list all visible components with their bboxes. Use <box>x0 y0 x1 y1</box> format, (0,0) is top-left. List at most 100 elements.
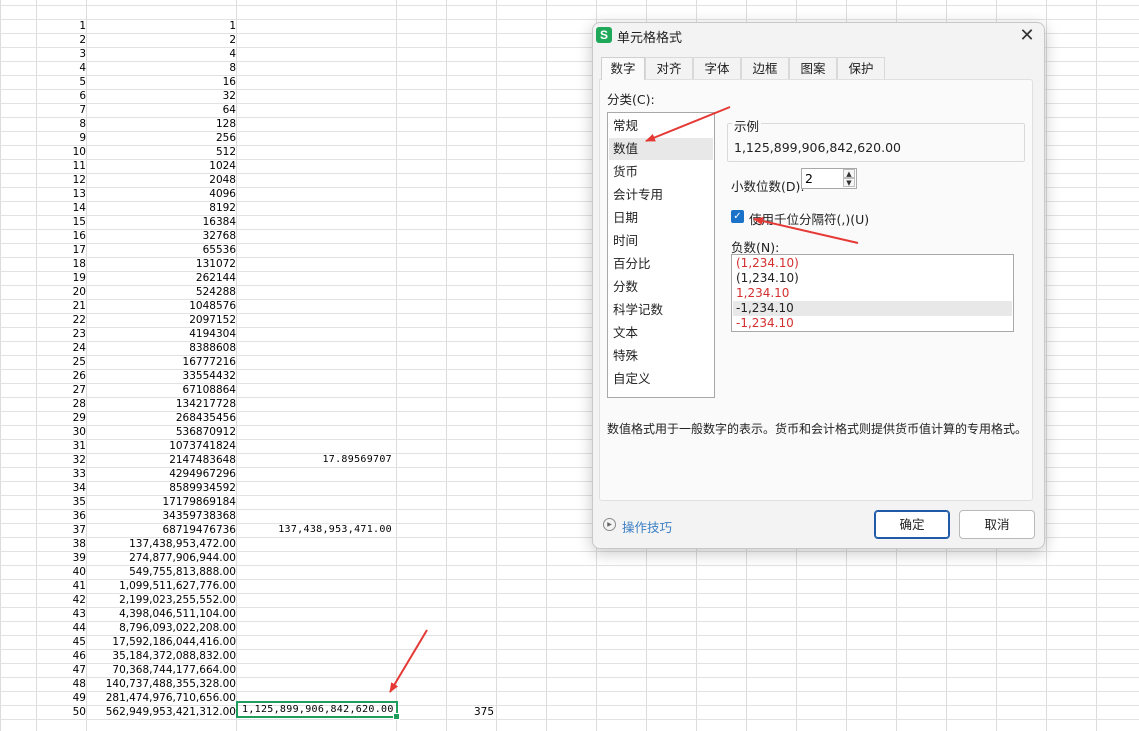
cell-value[interactable]: 16384 <box>203 215 236 229</box>
cell-value[interactable]: 34359738368 <box>163 509 237 523</box>
cell-index[interactable]: 40 <box>73 565 86 579</box>
cell-index[interactable]: 30 <box>73 425 86 439</box>
tab-border[interactable]: 边框 <box>741 57 789 80</box>
cell-index[interactable]: 16 <box>73 229 86 243</box>
category-item-time[interactable]: 时间 <box>609 230 713 252</box>
tab-pattern[interactable]: 图案 <box>789 57 837 80</box>
negative-option[interactable]: -1,234.10 <box>733 316 1012 331</box>
cell-index[interactable]: 5 <box>79 75 86 89</box>
cell-value[interactable]: 32768 <box>203 229 236 243</box>
cell-value[interactable]: 65536 <box>203 243 236 257</box>
category-item-date[interactable]: 日期 <box>609 207 713 229</box>
selected-cell[interactable]: 1,125,899,906,842,620.00 <box>236 701 400 720</box>
cell-value[interactable]: 131072 <box>196 257 236 271</box>
cell-value[interactable]: 4294967296 <box>169 467 236 481</box>
cell-value[interactable]: 64 <box>223 103 236 117</box>
cell-index[interactable]: 17 <box>73 243 86 257</box>
cell-value[interactable]: 16777216 <box>183 355 236 369</box>
negative-numbers-list[interactable]: (1,234.10) (1,234.10) 1,234.10 -1,234.10… <box>731 254 1014 332</box>
cell-index[interactable]: 11 <box>73 159 86 173</box>
category-item-scientific[interactable]: 科学记数 <box>609 299 713 321</box>
category-item-general[interactable]: 常规 <box>609 115 713 137</box>
cell-value[interactable]: 1048576 <box>189 299 236 313</box>
tab-font[interactable]: 字体 <box>693 57 741 80</box>
cell-value[interactable]: 536870912 <box>176 425 236 439</box>
category-item-special[interactable]: 特殊 <box>609 345 713 367</box>
close-icon[interactable]: ✕ <box>1016 25 1038 47</box>
spin-down-icon[interactable]: ▼ <box>843 178 855 187</box>
cancel-button[interactable]: 取消 <box>959 510 1035 539</box>
cell-index[interactable]: 47 <box>73 663 86 677</box>
cell-value[interactable]: 1024 <box>209 159 236 173</box>
cell-value[interactable]: 8 <box>229 61 236 75</box>
cell-index[interactable]: 18 <box>73 257 86 271</box>
cell-value[interactable]: 274,877,906,944.00 <box>129 551 236 565</box>
cell-index[interactable]: 39 <box>73 551 86 565</box>
cell-value[interactable]: 1073741824 <box>169 439 236 453</box>
cell-value[interactable]: 33554432 <box>183 369 236 383</box>
cell-index[interactable]: 8 <box>79 117 86 131</box>
tab-protection[interactable]: 保护 <box>837 57 885 80</box>
cell-value[interactable]: 16 <box>223 75 236 89</box>
tab-number[interactable]: 数字 <box>601 57 645 80</box>
cell-value[interactable]: 4,398,046,511,104.00 <box>119 607 236 621</box>
cell-index[interactable]: 22 <box>73 313 86 327</box>
cell-index[interactable]: 15 <box>73 215 86 229</box>
cell-value[interactable]: 17,592,186,044,416.00 <box>112 635 236 649</box>
cell-index[interactable]: 19 <box>73 271 86 285</box>
cell-index[interactable]: 32 <box>73 453 86 467</box>
cell-index[interactable]: 49 <box>73 691 86 705</box>
tips-label[interactable]: 操作技巧 <box>622 517 672 536</box>
cell-index[interactable]: 7 <box>79 103 86 117</box>
thousands-separator-label[interactable]: 使用千位分隔符(,)(U) <box>749 209 869 228</box>
cell-value[interactable]: 17179869184 <box>163 495 237 509</box>
cell-value[interactable]: 4 <box>229 47 236 61</box>
cell-index[interactable]: 4 <box>79 61 86 75</box>
cell-index[interactable]: 28 <box>73 397 86 411</box>
negative-option[interactable]: (1,234.10) <box>733 256 1012 271</box>
negative-option[interactable]: -1,234.10 <box>733 301 1012 316</box>
cell-value[interactable]: 140,737,488,355,328.00 <box>106 677 236 691</box>
cell-value[interactable]: 262144 <box>196 271 236 285</box>
cell-index[interactable]: 46 <box>73 649 86 663</box>
cell-index[interactable]: 34 <box>73 481 86 495</box>
cell-value[interactable]: 2097152 <box>189 313 236 327</box>
cell-value[interactable]: 256 <box>216 131 236 145</box>
negative-option[interactable]: (1,234.10) <box>733 271 1012 286</box>
cell-index[interactable]: 37 <box>73 523 86 537</box>
decimal-places-stepper[interactable]: ▲ ▼ <box>801 168 857 189</box>
cell-index[interactable]: 20 <box>73 285 86 299</box>
cell-index[interactable]: 26 <box>73 369 86 383</box>
cell-index[interactable]: 29 <box>73 411 86 425</box>
cell-value-col3[interactable]: 137,438,953,471.00 <box>278 523 392 537</box>
cell-value[interactable]: 128 <box>216 117 236 131</box>
cell-value[interactable]: 268435456 <box>176 411 236 425</box>
cell-value[interactable]: 524288 <box>196 285 236 299</box>
cell-index[interactable]: 10 <box>73 145 86 159</box>
cell-value[interactable]: 2048 <box>209 173 236 187</box>
cell-index[interactable]: 36 <box>73 509 86 523</box>
cell-index[interactable]: 48 <box>73 677 86 691</box>
cell-value-col5[interactable]: 375 <box>474 705 494 719</box>
dialog-titlebar[interactable]: S 单元格格式 ✕ <box>593 23 1044 49</box>
category-item-custom[interactable]: 自定义 <box>609 368 713 390</box>
cell-value[interactable]: 70,368,744,177,664.00 <box>112 663 236 677</box>
negative-option[interactable]: 1,234.10 <box>733 286 1012 301</box>
cell-value[interactable]: 137,438,953,472.00 <box>129 537 236 551</box>
cell-value[interactable]: 68719476736 <box>163 523 237 537</box>
cell-index[interactable]: 2 <box>79 33 86 47</box>
cell-value[interactable]: 2 <box>229 33 236 47</box>
cell-value[interactable]: 1,099,511,627,776.00 <box>119 579 236 593</box>
cell-value[interactable]: 134217728 <box>176 397 236 411</box>
cell-index[interactable]: 6 <box>79 89 86 103</box>
cell-value[interactable]: 2,199,023,255,552.00 <box>119 593 236 607</box>
cell-index[interactable]: 41 <box>73 579 86 593</box>
cell-index[interactable]: 13 <box>73 187 86 201</box>
cell-value[interactable]: 8589934592 <box>169 481 236 495</box>
cell-index[interactable]: 31 <box>73 439 86 453</box>
cell-index[interactable]: 27 <box>73 383 86 397</box>
cell-index[interactable]: 24 <box>73 341 86 355</box>
cell-value[interactable]: 549,755,813,888.00 <box>129 565 236 579</box>
cell-value[interactable]: 281,474,976,710,656.00 <box>106 691 236 705</box>
cell-index[interactable]: 12 <box>73 173 86 187</box>
